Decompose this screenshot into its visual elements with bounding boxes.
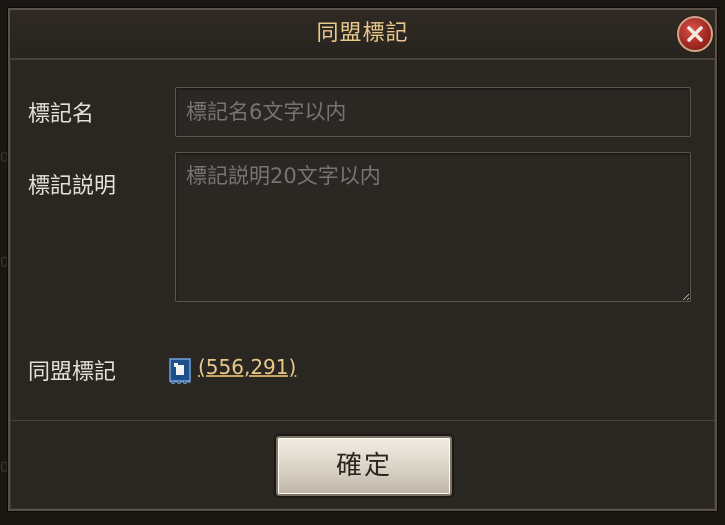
close-button[interactable]: [677, 16, 713, 52]
marker-description-label: 標記説明: [28, 174, 117, 199]
dialog-title: 同盟標記: [316, 21, 409, 46]
marker-name-input[interactable]: [175, 87, 691, 137]
marker-description-input[interactable]: [175, 152, 691, 302]
close-x-icon: [687, 26, 703, 42]
coordinates-link[interactable]: (556,291): [198, 355, 296, 379]
footer-divider: [10, 420, 715, 421]
alliance-marker-label: 同盟標記: [28, 360, 117, 385]
alliance-marker-dialog: 同盟標記 標記名 標記説明 同盟標記 (556,291) 確定: [8, 8, 717, 511]
alliance-flag-icon: [169, 358, 191, 384]
marker-name-label: 標記名: [28, 102, 95, 127]
dialog-titlebar: 同盟標記: [10, 10, 715, 60]
confirm-button[interactable]: 確定: [276, 436, 452, 496]
